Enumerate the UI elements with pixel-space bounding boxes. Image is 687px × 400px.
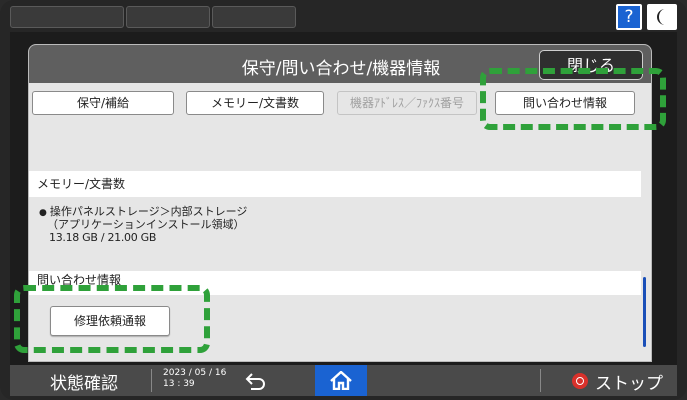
- stop-icon[interactable]: [572, 373, 588, 389]
- top-bar: ?: [10, 4, 677, 30]
- status-bar: 状態確認 2023 / 05 / 16 13 : 39 ストップ: [10, 365, 677, 396]
- status-check-button[interactable]: 状態確認: [50, 369, 118, 394]
- scrollbar[interactable]: [643, 277, 646, 347]
- night-mode-button[interactable]: [647, 4, 677, 30]
- home-icon: [330, 371, 352, 390]
- memory-line-2: （アプリケーションインストール領域）: [47, 218, 245, 231]
- back-arrow-icon[interactable]: [245, 372, 267, 390]
- datetime: 2023 / 05 / 16 13 : 39: [163, 368, 226, 390]
- memory-section-heading: メモリー/文書数: [29, 171, 641, 197]
- device-frame: ? 保守/問い合わせ/機器情報 閉じる 保守/補給 メモリー/文書数 機器ｱﾄﾞ…: [0, 0, 687, 400]
- help-icon: ?: [624, 7, 634, 27]
- separator: [151, 369, 152, 392]
- tab-memory[interactable]: メモリー/文書数: [186, 91, 324, 115]
- help-button[interactable]: ?: [616, 4, 642, 30]
- memory-usage-value: 13.18 GB / 21.00 GB: [49, 231, 157, 244]
- tab-machine-address: 機器ｱﾄﾞﾚｽ／ﾌｧｸｽ番号: [337, 91, 477, 115]
- date: 2023 / 05 / 16: [163, 368, 227, 378]
- home-button[interactable]: [315, 365, 367, 396]
- stop-button[interactable]: ストップ: [595, 369, 663, 394]
- tab-maintenance[interactable]: 保守/補給: [32, 91, 174, 115]
- bullet-icon: ●: [39, 208, 47, 218]
- separator: [540, 369, 541, 392]
- top-slot-1[interactable]: [10, 6, 124, 28]
- highlight-inquiry-tab: [480, 68, 666, 130]
- moon-icon: [657, 9, 665, 25]
- top-slot-2[interactable]: [126, 6, 210, 28]
- top-slot-3[interactable]: [212, 6, 296, 28]
- highlight-repair-button: [14, 285, 210, 353]
- time: 13 : 39: [163, 379, 195, 389]
